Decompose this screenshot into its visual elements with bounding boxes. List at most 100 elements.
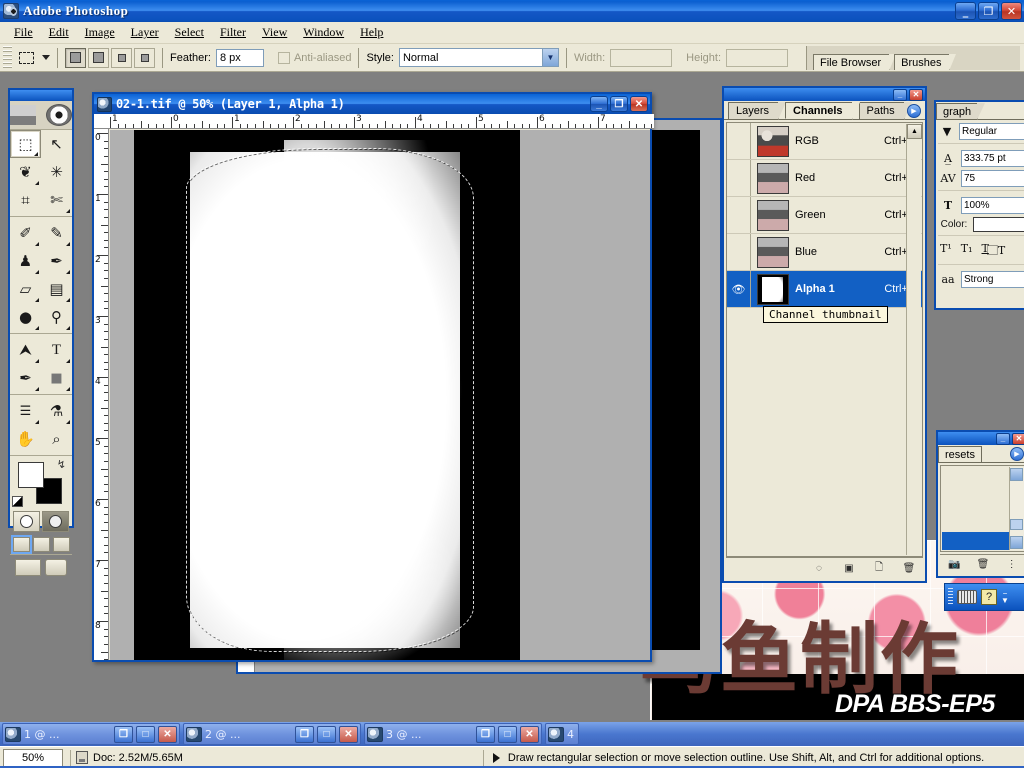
document-minimize-button[interactable]: _ [590, 96, 608, 112]
taskbar-window-3[interactable]: 3 @ ... ❐ □ ✕ [364, 723, 542, 745]
vertical-ruler[interactable]: 0 1 2 3 4 5 6 7 8 [94, 129, 109, 660]
channel-thumbnail-blue[interactable] [757, 236, 789, 268]
tool-clone-stamp[interactable]: ♟ [10, 247, 41, 275]
document-maximize-button[interactable]: ❐ [610, 96, 628, 112]
document-window-controls[interactable]: _ ❐ ✕ [590, 96, 648, 112]
presets-grip[interactable]: ⋮ [1004, 558, 1020, 572]
full-screen-with-menubar-button[interactable] [32, 537, 50, 552]
tool-rectangular-marquee[interactable]: ⬚ [10, 130, 41, 158]
imageready-icon[interactable] [45, 559, 67, 576]
anti-aliased-checkbox[interactable] [277, 51, 290, 64]
scroll-up-icon[interactable]: ▲ [907, 124, 922, 139]
menu-item-help[interactable]: Help [352, 23, 391, 42]
create-new-channel-icon[interactable]: 🗋 [871, 562, 887, 576]
document-canvas[interactable] [110, 130, 650, 660]
channel-row-alpha-1[interactable]: 👁 Alpha 1 Ctrl+4 [727, 271, 922, 308]
tab-paragraph[interactable]: graph [936, 103, 986, 120]
tool-dodge[interactable]: ⚲ [41, 303, 72, 331]
menu-item-edit[interactable]: Edit [41, 23, 77, 42]
tool-zoom[interactable]: ⌕ [41, 425, 72, 453]
channels-list[interactable]: RGB Ctrl+~ Red Ctrl+1 Green Ctrl+2 Blue … [726, 122, 923, 557]
presets-window-controls[interactable]: _ ✕ [996, 433, 1024, 445]
swap-colors-icon[interactable]: ↯ [57, 458, 66, 471]
tool-eraser[interactable]: ▱ [10, 275, 41, 303]
menu-item-filter[interactable]: Filter [212, 23, 254, 42]
document-close-button[interactable]: ✕ [630, 96, 648, 112]
toolbox-title-bar[interactable] [10, 90, 72, 101]
load-channel-as-selection-icon[interactable]: ◌ [811, 562, 827, 576]
subtract-from-selection-button[interactable] [111, 47, 132, 68]
intersect-selection-button[interactable] [134, 47, 155, 68]
tab-channels[interactable]: Channels [785, 102, 860, 120]
tool-history-brush[interactable]: ✒ [41, 247, 72, 275]
full-screen-mode-button[interactable] [52, 537, 70, 552]
vertical-scale-input[interactable]: 100% [961, 197, 1024, 214]
tool-healing-brush[interactable]: ✐ [10, 219, 41, 247]
channels-close-button[interactable]: ✕ [909, 89, 923, 101]
channels-palette-title-bar[interactable]: _ ✕ [724, 88, 925, 101]
channel-thumbnail-rgb[interactable] [757, 125, 789, 157]
menu-item-image[interactable]: Image [77, 23, 123, 42]
taskbar-close-2[interactable]: ✕ [339, 725, 358, 743]
save-selection-as-channel-icon[interactable]: ▣ [841, 562, 857, 576]
channel-row-green[interactable]: Green Ctrl+2 [727, 197, 922, 234]
channel-row-red[interactable]: Red Ctrl+1 [727, 160, 922, 197]
taskbar-window-4[interactable]: 4 [545, 723, 579, 745]
leading-input[interactable]: 333.75 pt [961, 150, 1024, 167]
document-window[interactable]: 02-1.tif @ 50% (Layer 1, Alpha 1) _ ❐ ✕ … [92, 92, 654, 662]
delete-channel-icon[interactable]: 🗑 [901, 562, 917, 576]
tool-move[interactable]: ↖ [41, 130, 72, 158]
taskbar-restore-3[interactable]: ❐ [476, 725, 495, 743]
antialias-select[interactable]: Strong [961, 271, 1024, 288]
presets-close-button[interactable]: ✕ [1012, 433, 1024, 445]
tab-tool-presets[interactable]: resets [938, 446, 982, 462]
taskbar-maximize-2[interactable]: □ [317, 725, 336, 743]
horizontal-ruler[interactable]: 1 0 1 2 3 4 5 6 7 [94, 114, 654, 129]
channel-thumbnail-red[interactable] [757, 162, 789, 194]
scrollbar-thumb[interactable] [1010, 519, 1023, 530]
keyboard-icon[interactable] [957, 590, 977, 604]
tool-preset-chevron-down-icon[interactable] [42, 55, 50, 60]
taskbar-maximize-1[interactable]: □ [136, 725, 155, 743]
tool-lasso[interactable]: ❦ [10, 158, 41, 186]
toolbox[interactable]: ⬚ ↖ ❦ ✳ ⌗ ✄ ✐ ✎ ♟ ✒ ▱ ▤ ● ⚲ ⮝ T ✒ ■ ☰ ⚗ … [8, 88, 74, 576]
presets-minimize-button[interactable]: _ [996, 433, 1010, 445]
tool-rectangle-shape[interactable]: ■ [41, 364, 72, 392]
channel-row-rgb[interactable]: RGB Ctrl+~ [727, 123, 922, 160]
scroll-down-icon[interactable] [1010, 536, 1023, 549]
tool-presets-palette[interactable]: _ ✕ resets ▶ 📷 🗑 ⋮ [936, 430, 1024, 578]
foreground-color-swatch[interactable] [18, 462, 44, 488]
standard-mask-mode-button[interactable] [13, 511, 40, 532]
tracking-input[interactable]: 75 [961, 170, 1024, 187]
app-close-button[interactable]: ✕ [1001, 2, 1022, 20]
strikethrough-icon[interactable]: ⃞T [998, 242, 1005, 258]
tool-brush[interactable]: ✎ [41, 219, 72, 247]
toolbox-logo[interactable] [10, 101, 72, 130]
taskbar-window-1[interactable]: 1 @ ... ❐ □ ✕ [2, 723, 180, 745]
menu-item-layer[interactable]: Layer [123, 23, 167, 42]
help-icon[interactable]: ? [981, 589, 997, 605]
jump-to-imageready-button[interactable] [15, 559, 41, 576]
visibility-toggle-green[interactable] [727, 197, 751, 233]
tool-slice[interactable]: ✄ [41, 186, 72, 214]
visibility-toggle-red[interactable] [727, 160, 751, 196]
tool-type[interactable]: T [41, 336, 72, 364]
menu-item-view[interactable]: View [254, 23, 295, 42]
taskbar-close-1[interactable]: ✕ [158, 725, 177, 743]
channels-window-controls[interactable]: _ ✕ [893, 89, 923, 101]
tab-layers[interactable]: Layers [728, 102, 787, 120]
chevron-down-icon[interactable]: ▼ [541, 49, 558, 66]
channels-palette[interactable]: _ ✕ Layers Channels Paths ▶ RGB Ctrl+~ R… [722, 86, 927, 583]
menu-item-file[interactable]: File [6, 23, 41, 42]
scroll-up-icon[interactable] [1010, 468, 1023, 481]
default-colors-icon[interactable] [12, 496, 23, 507]
visibility-toggle-blue[interactable] [727, 234, 751, 270]
preset-selected-item[interactable] [942, 532, 1009, 550]
document-title-bar[interactable]: 02-1.tif @ 50% (Layer 1, Alpha 1) _ ❐ ✕ [94, 94, 650, 114]
create-new-preset-icon[interactable]: 📷 [946, 558, 962, 572]
delete-preset-icon[interactable]: 🗑 [975, 558, 991, 572]
presets-list[interactable] [940, 465, 1024, 552]
tool-notes[interactable]: ☰ [10, 397, 41, 425]
superscript-icon[interactable]: T¹ [940, 242, 952, 258]
underline-icon[interactable]: T [982, 242, 989, 258]
